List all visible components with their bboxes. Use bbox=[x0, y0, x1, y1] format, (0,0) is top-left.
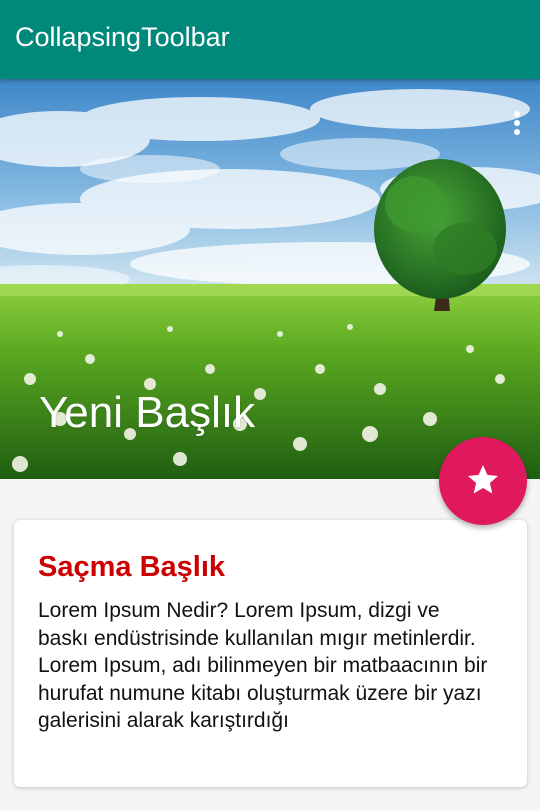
card-title: Saçma Başlık bbox=[38, 551, 226, 583]
star-icon bbox=[468, 465, 498, 494]
content-card: Saçma Başlık Lorem Ipsum Nedir? Lorem Ip… bbox=[14, 520, 527, 787]
favorite-fab-button[interactable] bbox=[439, 437, 527, 525]
card-body-text: Lorem Ipsum Nedir? Lorem Ipsum, dizgi ve… bbox=[38, 599, 488, 732]
hero-title: Yeni Başlık bbox=[39, 388, 256, 437]
app-bar: CollapsingToolbar bbox=[0, 0, 540, 79]
more-vert-icon[interactable] bbox=[502, 108, 532, 138]
app-title: CollapsingToolbar bbox=[15, 22, 230, 52]
